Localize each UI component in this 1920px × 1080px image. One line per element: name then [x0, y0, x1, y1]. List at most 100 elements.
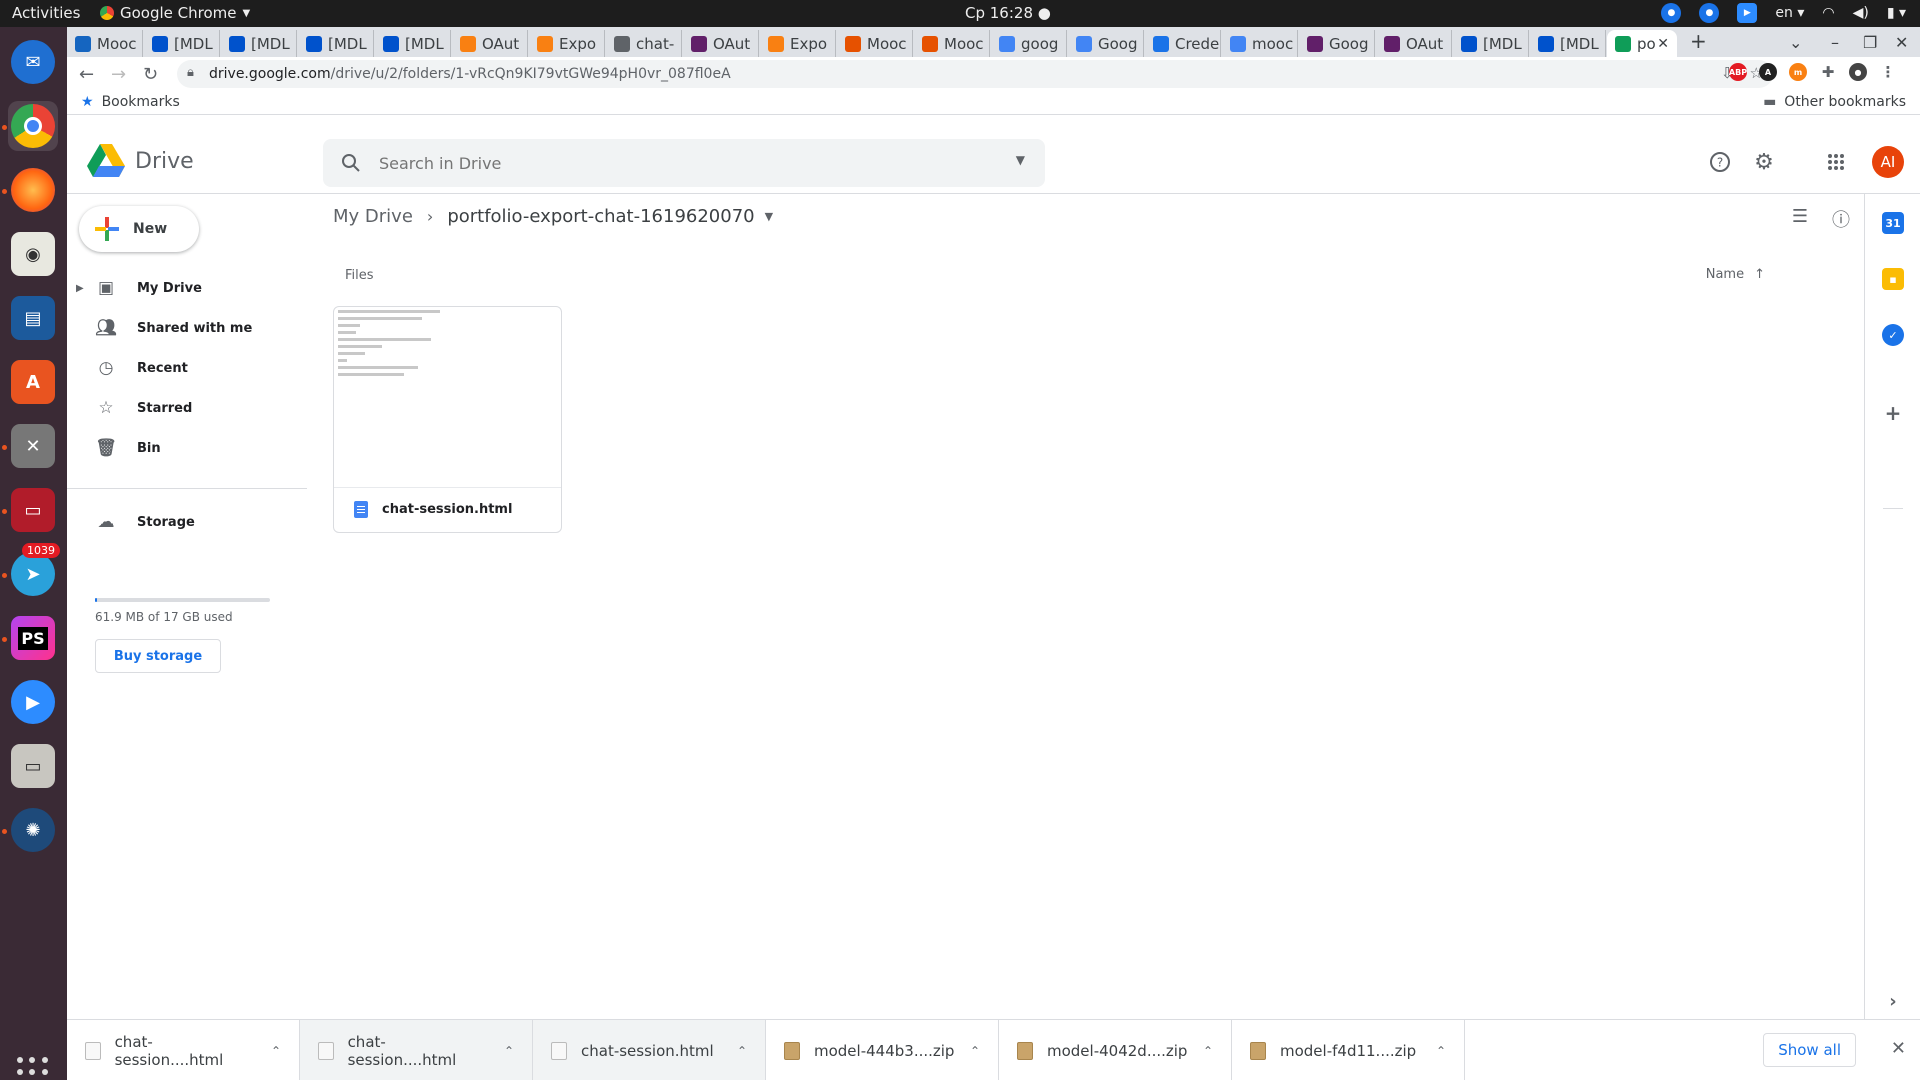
address-bar[interactable]: 🔒︎ drive.google.com/drive/u/2/folders/1-… [177, 60, 1773, 88]
forward-icon[interactable]: → [111, 64, 126, 85]
puzzle-icon[interactable]: ✚ [1819, 63, 1837, 81]
more-vertical-icon[interactable]: ⋮ [1879, 63, 1897, 81]
sidebar-item-bin[interactable]: 🗑︎ Bin [67, 430, 317, 466]
browser-tab[interactable]: [MDL [298, 30, 374, 57]
breadcrumb-current-folder[interactable]: portfolio-export-chat-1619620070 [447, 206, 754, 227]
notification-app-icon[interactable]: ● [1661, 3, 1682, 23]
browser-tab[interactable]: OAut [452, 30, 528, 57]
close-icon[interactable]: ✕ [1891, 1038, 1906, 1059]
show-applications-icon[interactable] [17, 1057, 49, 1080]
reload-icon[interactable]: ↻ [143, 64, 158, 85]
browser-tab[interactable]: Mooc [837, 30, 913, 57]
browser-tab[interactable]: Goog [1299, 30, 1375, 57]
dock-firefox[interactable] [8, 165, 58, 215]
show-all-downloads-button[interactable]: Show all [1763, 1033, 1856, 1067]
download-item[interactable]: model-444b3....zip ⌃ [766, 1020, 999, 1080]
sidebar-item-recent[interactable]: ◷ Recent [67, 350, 317, 386]
list-view-icon[interactable]: ☰ [1792, 206, 1808, 232]
expand-caret-icon[interactable]: ▶ [76, 283, 84, 294]
browser-tab[interactable]: [MDL [1530, 30, 1606, 57]
back-icon[interactable]: ← [79, 64, 94, 85]
sidebar-item-my-drive[interactable]: ▶ ▣ My Drive [67, 270, 317, 306]
dock-terminal[interactable]: ▭ [8, 485, 58, 535]
dock-files[interactable]: ▭ [8, 741, 58, 791]
chevron-up-icon[interactable]: ⌃ [1436, 1044, 1446, 1058]
browser-tab[interactable]: [MDL [221, 30, 297, 57]
chevron-up-icon[interactable]: ⌃ [737, 1044, 747, 1058]
dock-zoom[interactable]: ▶ [8, 677, 58, 727]
new-button[interactable]: New [79, 206, 199, 252]
dock-writer[interactable]: ▤ [8, 293, 58, 343]
browser-tab[interactable]: Expo [760, 30, 836, 57]
maximize-icon[interactable]: ❐ [1863, 33, 1877, 52]
tasks-icon[interactable]: ✓ [1882, 324, 1904, 346]
calendar-icon[interactable]: 31 [1882, 212, 1904, 234]
chevron-up-icon[interactable]: ⌃ [970, 1044, 980, 1058]
keep-icon[interactable]: ▪ [1882, 268, 1904, 290]
notification-app-icon[interactable]: ● [1699, 3, 1720, 23]
tab-search-icon[interactable]: ⌄ [1789, 33, 1802, 52]
search-options-icon[interactable]: ▼ [1016, 153, 1025, 167]
chevron-up-icon[interactable]: ⌃ [504, 1044, 514, 1058]
dock-phpstorm[interactable]: PS [8, 613, 58, 663]
system-tray[interactable]: ● ● ▶ en ▾ ◠ ◀) ▮ ▾ [1661, 3, 1906, 23]
browser-tab[interactable]: po ✕ [1607, 30, 1677, 57]
app-menu[interactable]: Google Chrome ▼ [100, 4, 250, 22]
bookmarks-folder[interactable]: ★ Bookmarks [81, 94, 180, 110]
extension-icon[interactable]: A [1759, 63, 1777, 81]
dock-thunderbird[interactable]: ✉ [8, 37, 58, 87]
buy-storage-button[interactable]: Buy storage [95, 639, 221, 673]
dock-chrome[interactable] [8, 101, 58, 151]
browser-tab[interactable]: Mooc [67, 30, 143, 57]
adblock-icon[interactable]: ABP [1729, 63, 1747, 81]
breadcrumb-my-drive[interactable]: My Drive [333, 206, 413, 227]
browser-tab[interactable]: Mooc [914, 30, 990, 57]
download-item[interactable]: chat-session.html ⌃ [533, 1020, 766, 1080]
browser-tab[interactable]: mooc [1222, 30, 1298, 57]
download-item[interactable]: chat-session....html ⌃ [67, 1020, 300, 1080]
search-input[interactable] [379, 151, 979, 175]
settings-gear-icon[interactable]: ⚙ [1751, 149, 1777, 175]
chevron-up-icon[interactable]: ⌃ [271, 1044, 281, 1058]
other-bookmarks[interactable]: ▬ Other bookmarks [1763, 94, 1906, 110]
close-tab-icon[interactable]: ✕ [1657, 36, 1669, 52]
chevron-down-icon[interactable]: ▼ [765, 210, 773, 223]
account-avatar[interactable]: AI [1872, 146, 1904, 178]
apps-grid-icon[interactable] [1823, 149, 1849, 175]
moodle-extension-icon[interactable]: m [1789, 63, 1807, 81]
browser-tab[interactable]: Goog [1068, 30, 1144, 57]
add-addon-icon[interactable]: + [1882, 401, 1904, 425]
close-window-icon[interactable]: ✕ [1895, 33, 1908, 52]
clock[interactable]: Ср 16:28 ● [965, 4, 1051, 22]
dock-settings[interactable]: ✕ [8, 421, 58, 471]
search-icon[interactable] [339, 151, 363, 175]
profile-avatar-icon[interactable]: ● [1849, 63, 1867, 81]
browser-tab[interactable]: [MDL [1453, 30, 1529, 57]
browser-tab[interactable]: Expo [529, 30, 605, 57]
zoom-tray-icon[interactable]: ▶ [1737, 3, 1758, 23]
file-card[interactable]: chat-session.html [333, 306, 562, 533]
dock-app[interactable]: ✺ [8, 805, 58, 855]
browser-tab[interactable]: OAut [683, 30, 759, 57]
help-icon[interactable]: ? [1707, 149, 1733, 175]
info-icon[interactable]: ⓘ [1832, 206, 1850, 232]
dock-software[interactable]: A [8, 357, 58, 407]
minimize-icon[interactable]: – [1831, 33, 1839, 52]
drive-logo[interactable]: Drive [87, 144, 194, 178]
download-item[interactable]: model-f4d11....zip ⌃ [1232, 1020, 1465, 1080]
new-tab-icon[interactable]: + [1690, 29, 1707, 53]
arrow-up-icon[interactable]: ↑ [1754, 267, 1765, 282]
download-item[interactable]: chat-session....html ⌃ [300, 1020, 533, 1080]
browser-tab[interactable]: OAut [1376, 30, 1452, 57]
activities-button[interactable]: Activities [12, 4, 80, 22]
dock-rhythmbox[interactable]: ◉ [8, 229, 58, 279]
browser-tab[interactable]: Crede [1145, 30, 1221, 57]
browser-tab[interactable]: [MDL [375, 30, 451, 57]
browser-tab[interactable]: chat- [606, 30, 682, 57]
sort-control[interactable]: Name ↑ [1706, 267, 1765, 282]
chevron-right-icon[interactable]: › [1882, 990, 1904, 1012]
sidebar-item-starred[interactable]: ☆ Starred [67, 390, 317, 426]
download-item[interactable]: model-4042d....zip ⌃ [999, 1020, 1232, 1080]
browser-tab[interactable]: goog [991, 30, 1067, 57]
sidebar-item-shared[interactable]: 👥︎ Shared with me [67, 310, 317, 346]
